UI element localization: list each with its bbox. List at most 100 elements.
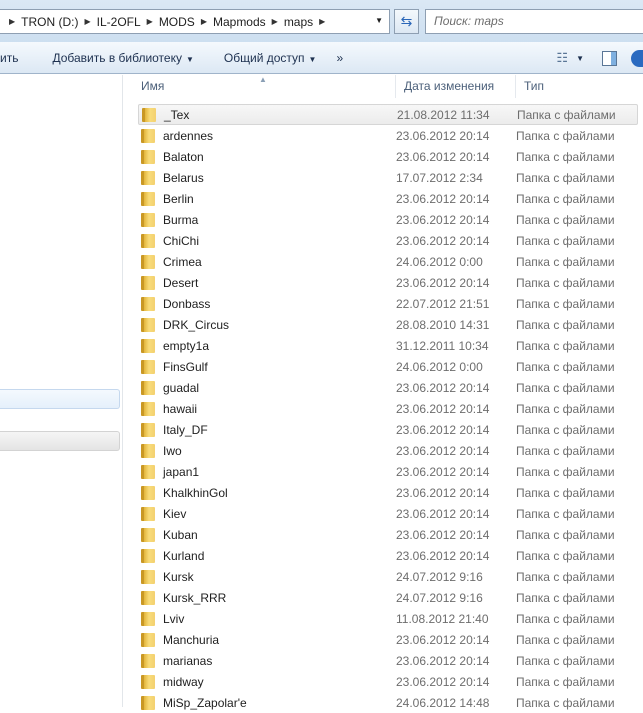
file-type: Папка с файлами xyxy=(516,569,615,584)
folder-icon xyxy=(141,506,155,521)
add-to-library-button[interactable]: Добавить в библиотеку ▼ xyxy=(42,51,203,65)
file-type: Папка с файлами xyxy=(516,254,615,269)
file-type: Папка с файлами xyxy=(516,674,615,689)
breadcrumb-il2ofl[interactable]: IL-2OFL ▶ xyxy=(97,15,159,29)
file-date: 24.06.2012 14:48 xyxy=(396,695,490,710)
file-row[interactable]: guadal 23.06.2012 20:14 Папка с файлами xyxy=(133,377,643,398)
search-input[interactable]: Поиск: maps xyxy=(425,9,643,34)
breadcrumb-arrow-icon[interactable]: ▶ xyxy=(84,17,90,26)
file-name-cell: Kuban xyxy=(133,527,396,542)
file-type: Папка с файлами xyxy=(516,233,615,248)
folder-icon xyxy=(141,275,155,290)
breadcrumb-mods[interactable]: MODS ▶ xyxy=(159,15,213,29)
breadcrumb-drive[interactable]: TRON (D:) ▶ xyxy=(21,15,96,29)
file-row[interactable]: _Tex 21.08.2012 11:34 Папка с файлами xyxy=(138,104,638,125)
nav-item-hover[interactable] xyxy=(0,389,120,409)
file-row[interactable]: Kurland 23.06.2012 20:14 Папка с файлами xyxy=(133,545,643,566)
file-date: 23.06.2012 20:14 xyxy=(396,527,490,542)
breadcrumb-arrow-icon[interactable]: ▶ xyxy=(201,17,207,26)
file-type: Папка с файлами xyxy=(516,149,615,164)
file-row[interactable]: Balaton 23.06.2012 20:14 Папка с файлами xyxy=(133,146,643,167)
file-name-cell: Kursk xyxy=(133,569,396,584)
breadcrumb-maps[interactable]: maps ▶ xyxy=(284,15,332,29)
file-type: Папка с файлами xyxy=(516,317,615,332)
file-name-cell: Donbass xyxy=(133,296,396,311)
file-name: Berlin xyxy=(163,191,194,206)
address-history-dropdown-icon[interactable]: ▼ xyxy=(375,16,383,25)
file-row[interactable]: Berlin 23.06.2012 20:14 Папка с файлами xyxy=(133,188,643,209)
breadcrumb-mapmods[interactable]: Mapmods ▶ xyxy=(213,15,284,29)
breadcrumb-arrow-icon[interactable]: ▶ xyxy=(272,17,278,26)
file-name-cell: Desert xyxy=(133,275,396,290)
file-row[interactable]: hawaii 23.06.2012 20:14 Папка с файлами xyxy=(133,398,643,419)
file-row[interactable]: Belarus 17.07.2012 2:34 Папка с файлами xyxy=(133,167,643,188)
navigation-bar: ▶ TRON (D:) ▶ IL-2OFL ▶ MODS ▶ Mapmods ▶ map… xyxy=(0,0,643,42)
file-date: 23.06.2012 20:14 xyxy=(396,149,490,164)
file-date: 23.06.2012 20:14 xyxy=(396,653,490,668)
file-row[interactable]: japan1 23.06.2012 20:14 Папка с файлами xyxy=(133,461,643,482)
breadcrumb-arrow-icon[interactable]: ▶ xyxy=(319,17,325,26)
view-dropdown-icon[interactable]: ▼ xyxy=(576,54,584,63)
chevron-down-icon: ▼ xyxy=(308,54,317,64)
file-row[interactable]: Italy_DF 23.06.2012 20:14 Папка с файлами xyxy=(133,419,643,440)
file-name: Crimea xyxy=(163,254,202,269)
navigation-pane[interactable] xyxy=(0,75,123,707)
more-commands-button[interactable]: » xyxy=(326,51,353,65)
file-name: ChiChi xyxy=(163,233,200,248)
file-row[interactable]: Kuban 23.06.2012 20:14 Папка с файлами xyxy=(133,524,643,545)
folder-icon xyxy=(141,191,155,206)
address-bar[interactable]: ▶ TRON (D:) ▶ IL-2OFL ▶ MODS ▶ Mapmods ▶ map… xyxy=(0,9,390,34)
column-header-type[interactable]: Тип xyxy=(516,75,643,98)
chevron-down-icon: ▼ xyxy=(185,54,194,64)
file-row[interactable]: Manchuria 23.06.2012 20:14 Папка с файлами xyxy=(133,629,643,650)
column-header-name[interactable]: ▲ Имя xyxy=(133,75,396,98)
file-type: Папка с файлами xyxy=(516,359,615,374)
file-row[interactable]: ChiChi 23.06.2012 20:14 Папка с файлами xyxy=(133,230,643,251)
file-row[interactable]: Donbass 22.07.2012 21:51 Папка с файлами xyxy=(133,293,643,314)
breadcrumb-arrow-icon[interactable]: ▶ xyxy=(147,17,153,26)
file-type: Папка с файлами xyxy=(516,338,615,353)
help-icon[interactable] xyxy=(631,49,643,67)
file-date: 23.06.2012 20:14 xyxy=(396,233,490,248)
file-name: guadal xyxy=(163,380,200,395)
file-name-cell: ChiChi xyxy=(133,233,396,248)
file-row[interactable]: Iwo 23.06.2012 20:14 Папка с файлами xyxy=(133,440,643,461)
file-row[interactable]: ardennes 23.06.2012 20:14 Папка с файлами xyxy=(133,125,643,146)
file-type: Папка с файлами xyxy=(516,191,615,206)
file-type: Папка с файлами xyxy=(516,527,615,542)
file-type: Папка с файлами xyxy=(516,632,615,647)
file-row[interactable]: midway 23.06.2012 20:14 Папка с файлами xyxy=(133,671,643,692)
file-row[interactable]: empty1a 31.12.2011 10:34 Папка с файлами xyxy=(133,335,643,356)
file-date: 24.07.2012 9:16 xyxy=(396,590,483,605)
file-row[interactable]: Crimea 24.06.2012 0:00 Папка с файлами xyxy=(133,251,643,272)
view-options-icon[interactable]: ☷ xyxy=(556,50,568,66)
folder-icon xyxy=(141,653,155,668)
folder-icon xyxy=(141,212,155,227)
file-row[interactable]: Desert 23.06.2012 20:14 Папка с файлами xyxy=(133,272,643,293)
file-row[interactable]: Kursk 24.07.2012 9:16 Папка с файлами xyxy=(133,566,643,587)
file-row[interactable]: marianas 23.06.2012 20:14 Папка с файлами xyxy=(133,650,643,671)
preview-pane-icon[interactable] xyxy=(602,50,617,66)
file-row[interactable]: KhalkhinGol 23.06.2012 20:14 Папка с файла… xyxy=(133,482,643,503)
folder-icon xyxy=(141,548,155,563)
file-row[interactable]: Kiev 23.06.2012 20:14 Папка с файлами xyxy=(133,503,643,524)
file-type: Папка с файлами xyxy=(517,107,616,122)
file-row[interactable]: Burma 23.06.2012 20:14 Папка с файлами xyxy=(133,209,643,230)
toolbar-partial-button[interactable]: ить xyxy=(0,51,28,65)
nav-item-selected[interactable] xyxy=(0,431,120,451)
share-button[interactable]: Общий доступ ▼ xyxy=(214,51,327,65)
file-row[interactable]: Kursk_RRR 24.07.2012 9:16 Папка с файлами xyxy=(133,587,643,608)
file-row[interactable]: Lviv 11.08.2012 21:40 Папка с файлами xyxy=(133,608,643,629)
refresh-button[interactable]: ⇆ xyxy=(394,9,419,34)
file-name-cell: Iwo xyxy=(133,443,396,458)
file-name-cell: Crimea xyxy=(133,254,396,269)
breadcrumb-separator[interactable]: ▶ xyxy=(3,17,21,26)
file-row[interactable]: MiSp_Zapolar'e 24.06.2012 14:48 Папка с фа… xyxy=(133,692,643,713)
file-row[interactable]: DRK_Circus 28.08.2010 14:31 Папка с файлам… xyxy=(133,314,643,335)
file-row[interactable]: FinsGulf 24.06.2012 0:00 Папка с файлами xyxy=(133,356,643,377)
column-header-date[interactable]: Дата изменения xyxy=(396,75,516,98)
file-date: 21.08.2012 11:34 xyxy=(397,107,490,122)
file-name: empty1a xyxy=(163,338,210,353)
file-name: Kiev xyxy=(163,506,187,521)
folder-icon xyxy=(141,695,155,710)
